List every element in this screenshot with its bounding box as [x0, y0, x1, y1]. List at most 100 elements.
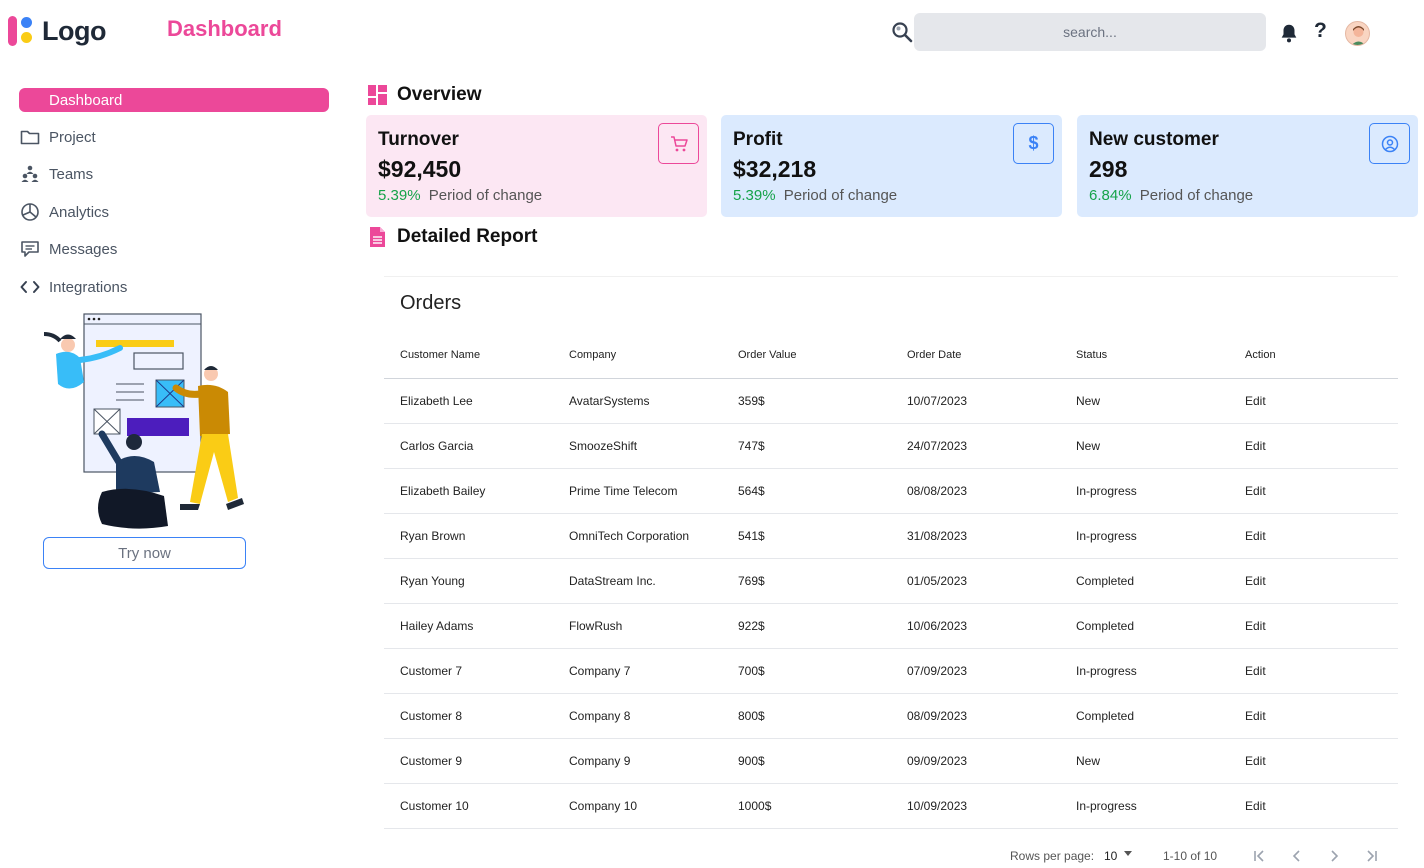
column-header[interactable]: Status — [1060, 333, 1229, 379]
status-cell: New — [1060, 423, 1229, 469]
detailed-report-heading: Detailed Report — [368, 226, 537, 248]
sidebar-item-analytics[interactable]: Analytics — [19, 199, 329, 225]
edit-link[interactable]: Edit — [1229, 648, 1398, 694]
order-date-cell: 08/09/2023 — [891, 693, 1060, 739]
customer-name-cell: Carlos Garcia — [384, 423, 553, 469]
company-cell: Prime Time Telecom — [553, 468, 722, 514]
avatar-face-icon — [1351, 26, 1366, 45]
orders-title: Orders — [400, 292, 462, 314]
dollar-icon: $ — [1028, 133, 1039, 153]
edit-link[interactable]: Edit — [1229, 423, 1398, 469]
table-row[interactable]: Ryan Young DataStream Inc. 769$ 01/05/2023 C… — [384, 558, 1398, 604]
sidebar-item-label: Project — [49, 128, 96, 146]
rows-per-page-label: Rows per page: — [1010, 849, 1095, 863]
rows-per-page-select[interactable]: 10 — [1104, 849, 1117, 863]
table-row[interactable]: Hailey Adams FlowRush 922$ 10/06/2023 Comple… — [384, 603, 1398, 649]
first-page-button[interactable] — [1248, 845, 1270, 867]
search-icon[interactable] — [890, 20, 914, 44]
avatar[interactable] — [1345, 21, 1370, 46]
column-header[interactable]: Action — [1229, 333, 1398, 379]
card-change: 5.39% Period of change — [733, 187, 1050, 204]
order-date-cell: 08/08/2023 — [891, 468, 1060, 514]
previous-page-button[interactable] — [1286, 845, 1308, 867]
sidebar-item-label: Integrations — [49, 278, 128, 296]
change-label: Period of change — [1139, 187, 1254, 204]
folder-icon — [19, 126, 41, 148]
dollar-button[interactable]: $ — [1013, 123, 1054, 164]
company-cell: FlowRush — [553, 603, 722, 649]
column-header[interactable]: Customer Name — [384, 333, 553, 379]
change-percent: 5.39% — [733, 187, 776, 204]
cart-button[interactable] — [658, 123, 699, 164]
new-customer-card: New customer 298 6.84% Period of change — [1077, 115, 1418, 217]
overview-title: Overview — [397, 84, 482, 105]
message-icon — [19, 238, 41, 260]
edit-link[interactable]: Edit — [1229, 603, 1398, 649]
first-page-icon — [1254, 850, 1264, 862]
change-percent: 6.84% — [1089, 187, 1132, 204]
chevron-down-icon[interactable] — [1124, 851, 1132, 856]
sidebar-item-dashboard[interactable]: Dashboard — [19, 88, 329, 112]
company-cell: Company 10 — [553, 783, 722, 829]
order-date-cell: 09/09/2023 — [891, 738, 1060, 784]
order-value-cell: 564$ — [722, 468, 891, 514]
table-row[interactable]: Elizabeth Bailey Prime Time Telecom 564$ 08… — [384, 468, 1398, 514]
sidebar-item-teams[interactable]: Teams — [19, 161, 329, 187]
edit-link[interactable]: Edit — [1229, 378, 1398, 424]
try-now-button[interactable]: Try now — [43, 537, 246, 569]
user-button[interactable] — [1369, 123, 1410, 164]
edit-link[interactable]: Edit — [1229, 693, 1398, 739]
cart-icon — [670, 135, 688, 151]
table-row[interactable]: Customer 8 Company 8 800$ 08/09/2023 Complet… — [384, 693, 1398, 739]
card-title: Turnover — [378, 129, 459, 150]
table-row[interactable]: Customer 9 Company 9 900$ 09/09/2023 New Edit — [384, 738, 1398, 784]
column-header[interactable]: Company — [553, 333, 722, 379]
edit-link[interactable]: Edit — [1229, 783, 1398, 829]
card-change: 5.39% Period of change — [378, 187, 695, 204]
order-date-cell: 31/08/2023 — [891, 513, 1060, 559]
table-row[interactable]: Carlos Garcia SmoozeShift 747$ 24/07/2023 Ne… — [384, 423, 1398, 469]
sidebar-item-messages[interactable]: Messages — [19, 236, 329, 262]
edit-link[interactable]: Edit — [1229, 468, 1398, 514]
table-row[interactable]: Customer 10 Company 10 1000$ 10/09/2023 In-p… — [384, 783, 1398, 829]
customer-name-cell: Ryan Young — [384, 558, 553, 604]
status-cell: Completed — [1060, 603, 1229, 649]
sidebar-item-label: Analytics — [49, 203, 110, 221]
order-value-cell: 922$ — [722, 603, 891, 649]
company-cell: OmniTech Corporation — [553, 513, 722, 559]
last-page-button[interactable] — [1361, 845, 1383, 867]
order-value-cell: 359$ — [722, 378, 891, 424]
company-cell: Company 8 — [553, 693, 722, 739]
logo[interactable]: Logo — [6, 14, 106, 48]
help-icon[interactable]: ? — [1314, 19, 1327, 43]
table-row[interactable]: Elizabeth Lee AvatarSystems 359$ 10/07/2023… — [384, 378, 1398, 424]
sidebar-item-label: Dashboard — [49, 91, 123, 109]
order-value-cell: 800$ — [722, 693, 891, 739]
customer-name-cell: Customer 9 — [384, 738, 553, 784]
change-label: Period of change — [428, 187, 543, 204]
orders-panel: Orders Customer Name Company Order Value… — [384, 276, 1398, 868]
table-row[interactable]: Ryan Brown OmniTech Corporation 541$ 31/08/… — [384, 513, 1398, 559]
table-row[interactable]: Customer 7 Company 7 700$ 07/09/2023 In-prog… — [384, 648, 1398, 694]
edit-link[interactable]: Edit — [1229, 513, 1398, 559]
status-cell: In-progress — [1060, 783, 1229, 829]
edit-link[interactable]: Edit — [1229, 738, 1398, 784]
status-cell: Completed — [1060, 558, 1229, 604]
sidebar-item-integrations[interactable]: Integrations — [19, 274, 329, 300]
column-header[interactable]: Order Value — [722, 333, 891, 379]
search-input[interactable] — [914, 13, 1266, 51]
card-value: 298 — [1089, 156, 1128, 182]
edit-link[interactable]: Edit — [1229, 558, 1398, 604]
change-percent: 5.39% — [378, 187, 421, 204]
order-date-cell: 01/05/2023 — [891, 558, 1060, 604]
column-header[interactable]: Order Date — [891, 333, 1060, 379]
customer-name-cell: Hailey Adams — [384, 603, 553, 649]
sidebar-item-label: Messages — [49, 240, 118, 258]
table-header-row: Customer Name Company Order Value Order … — [384, 333, 1398, 379]
order-value-cell: 769$ — [722, 558, 891, 604]
card-title: New customer — [1089, 129, 1219, 150]
next-page-button[interactable] — [1323, 845, 1345, 867]
bell-icon[interactable] — [1278, 22, 1300, 44]
card-title: Profit — [733, 129, 783, 150]
sidebar-item-project[interactable]: Project — [19, 124, 329, 150]
